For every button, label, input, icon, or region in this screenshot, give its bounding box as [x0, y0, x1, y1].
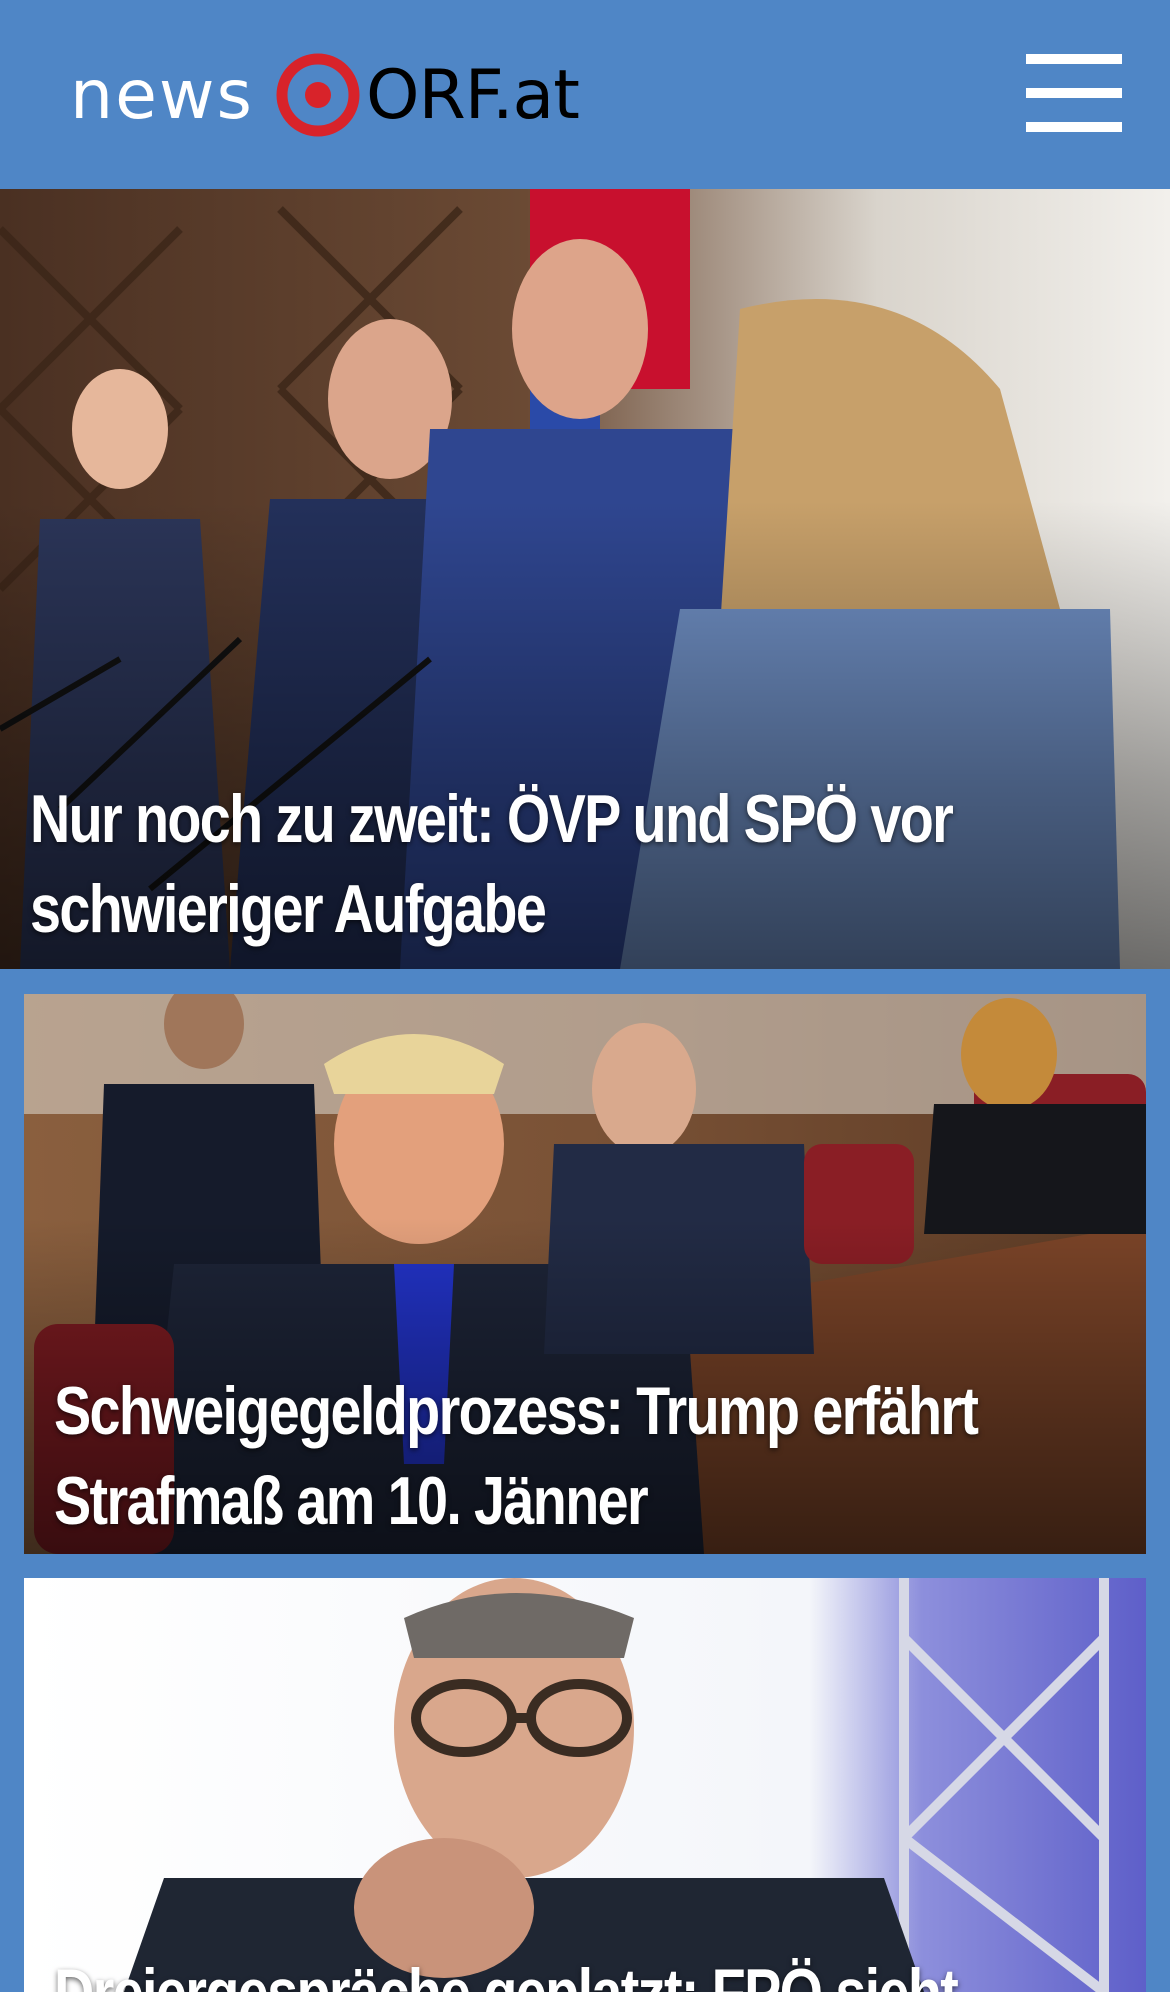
orf-target-icon: [276, 53, 360, 137]
article-headline: Schweigegeldprozess: Trump erfährt Straf…: [54, 1373, 979, 1539]
logo-news-text: news: [70, 55, 254, 135]
orf-news-logo[interactable]: news ORF.at: [70, 48, 580, 142]
article-card-hero[interactable]: Nur noch zu zweit: ÖVP und SPÖ vor schwi…: [0, 189, 1170, 969]
logo-orf-text: ORF.at: [365, 55, 580, 135]
article-card[interactable]: Schweigegeldprozess: Trump erfährt Straf…: [24, 994, 1146, 1554]
article-photo: [24, 1578, 1146, 1992]
hamburger-menu-button[interactable]: [1020, 48, 1124, 138]
article-headline: Dreiergespräche geplatzt: FPÖ sieht: [54, 1948, 1146, 1992]
article-card[interactable]: Dreiergespräche geplatzt: FPÖ sieht: [24, 1578, 1146, 1992]
article-headline: Nur noch zu zweit: ÖVP und SPÖ vor schwi…: [30, 781, 954, 947]
app-header: news ORF.at: [0, 0, 1170, 189]
